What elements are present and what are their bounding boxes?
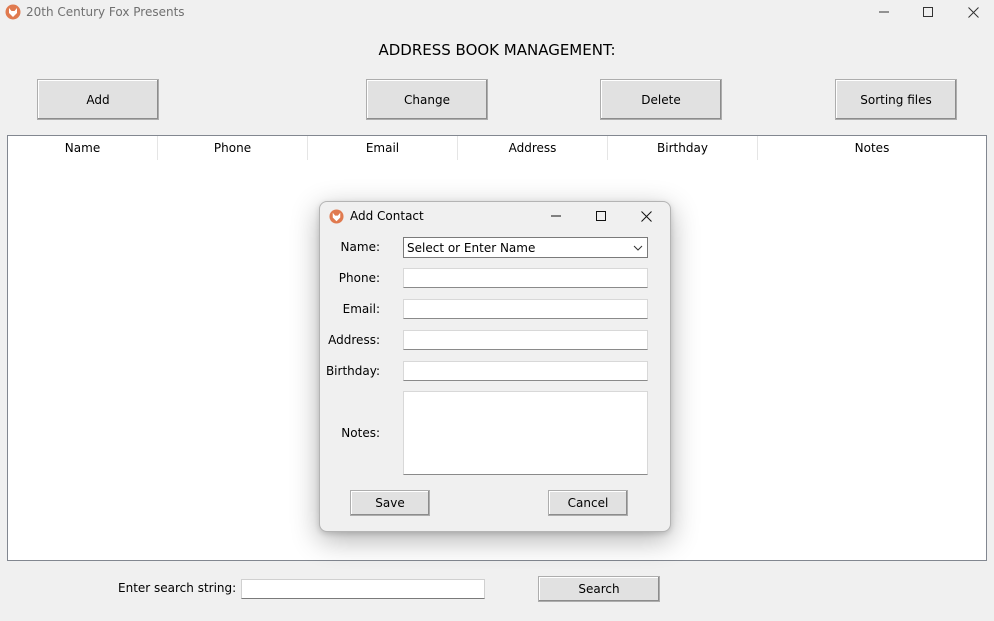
dialog-minimize-button[interactable] <box>536 204 576 228</box>
email-field[interactable] <box>403 299 648 319</box>
search-button[interactable]: Search <box>538 576 660 602</box>
add-button[interactable]: Add <box>37 79 159 120</box>
name-combobox[interactable]: Select or Enter Name <box>403 237 648 258</box>
dialog-titlebar: Add Contact <box>320 202 670 230</box>
column-header-birthday[interactable]: Birthday <box>608 136 758 160</box>
column-header-notes[interactable]: Notes <box>758 136 986 160</box>
close-icon <box>967 6 979 18</box>
minimize-button[interactable] <box>861 0 907 24</box>
phone-label: Phone: <box>338 271 380 285</box>
maximize-button[interactable] <box>905 0 951 24</box>
maximize-icon <box>923 7 933 17</box>
birthday-label: Birthday: <box>325 364 380 378</box>
dialog-maximize-button[interactable] <box>581 204 621 228</box>
close-button[interactable] <box>950 0 994 24</box>
address-label: Address: <box>328 333 380 347</box>
notes-textarea[interactable] <box>403 391 648 475</box>
chevron-down-icon[interactable] <box>632 242 644 254</box>
phone-field[interactable] <box>403 268 648 288</box>
column-header-address[interactable]: Address <box>458 136 608 160</box>
close-icon <box>640 210 652 222</box>
save-button[interactable]: Save <box>350 490 430 516</box>
column-header-phone[interactable]: Phone <box>158 136 308 160</box>
notes-label: Notes: <box>341 426 380 440</box>
search-input[interactable] <box>241 579 485 599</box>
address-field[interactable] <box>403 330 648 350</box>
delete-button[interactable]: Delete <box>600 79 722 120</box>
dialog-title: Add Contact <box>350 209 424 223</box>
add-contact-dialog: Add Contact Name: Select or Enter Name P… <box>319 201 671 532</box>
dialog-close-button[interactable] <box>626 204 666 228</box>
email-label: Email: <box>342 302 380 316</box>
window-titlebar: 20th Century Fox Presents <box>0 0 994 24</box>
minimize-icon <box>551 215 561 217</box>
minimize-icon <box>879 11 889 13</box>
sorting-files-button[interactable]: Sorting files <box>835 79 957 120</box>
search-label: Enter search string: <box>118 581 237 595</box>
fox-logo-icon <box>5 4 21 20</box>
window-title: 20th Century Fox Presents <box>26 5 185 19</box>
name-label: Name: <box>340 240 380 254</box>
page-title: ADDRESS BOOK MANAGEMENT: <box>378 41 616 59</box>
fox-logo-icon <box>329 209 344 224</box>
name-combobox-value: Select or Enter Name <box>407 240 536 255</box>
cancel-button[interactable]: Cancel <box>548 490 628 516</box>
column-header-name[interactable]: Name <box>8 136 158 160</box>
maximize-icon <box>596 211 606 221</box>
birthday-field[interactable] <box>403 361 648 381</box>
column-header-email[interactable]: Email <box>308 136 458 160</box>
change-button[interactable]: Change <box>366 79 488 120</box>
